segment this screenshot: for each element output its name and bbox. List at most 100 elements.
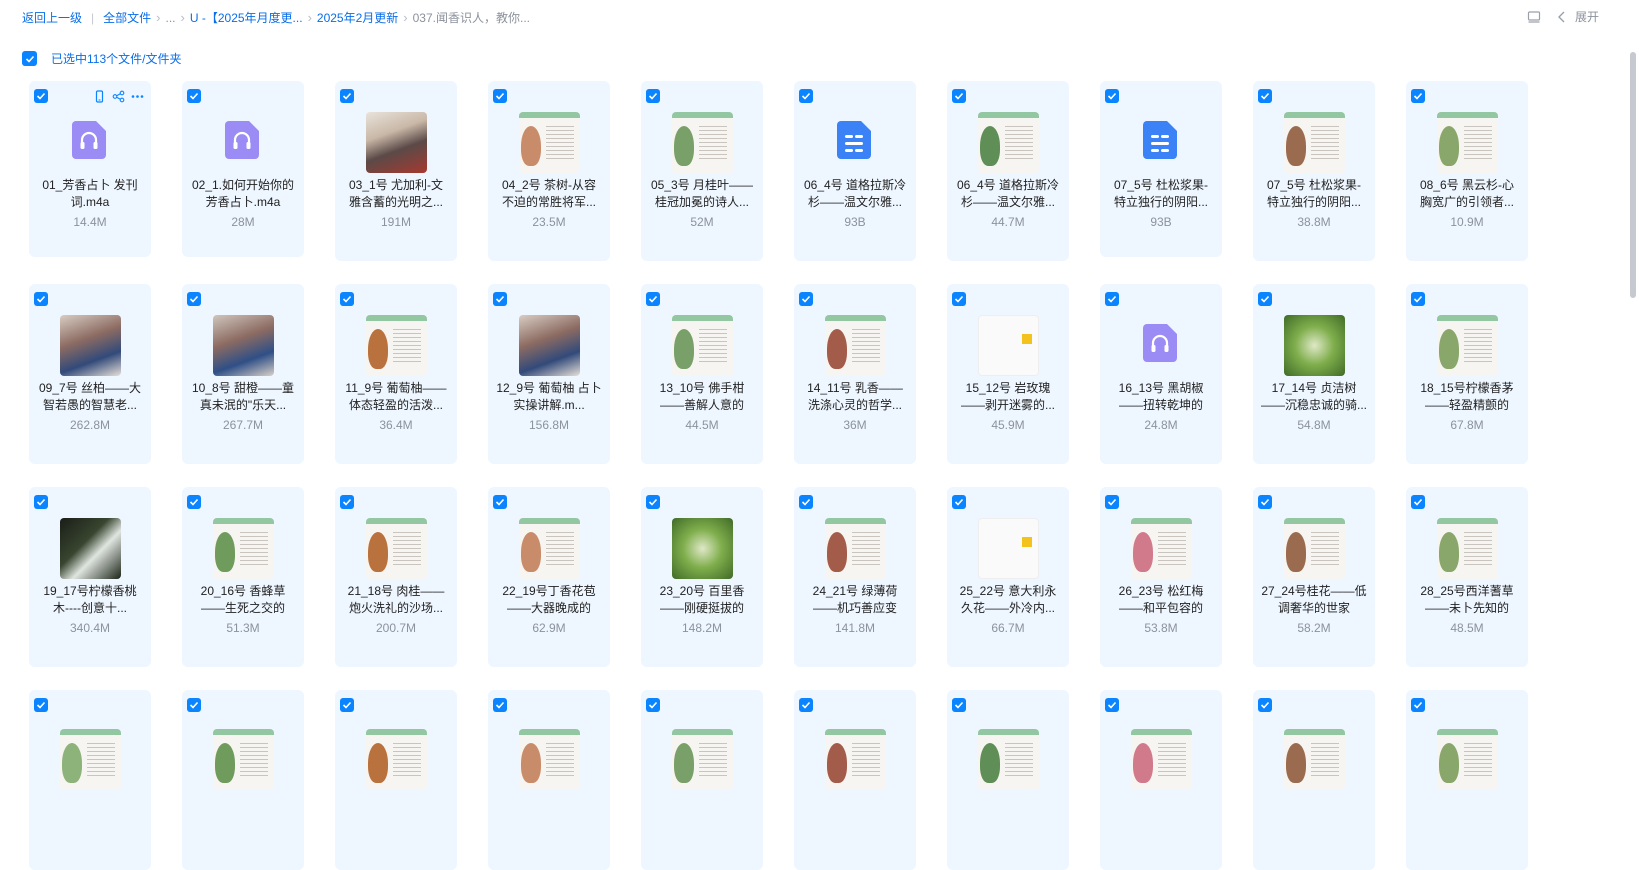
file-card[interactable]: 06_4号 道格拉斯冷杉——温文尔雅... 44.7M xyxy=(947,81,1069,261)
file-checkbox[interactable] xyxy=(187,495,201,509)
file-card[interactable]: 25_22号 意大利永久花——外冷内... 66.7M xyxy=(947,487,1069,667)
file-checkbox[interactable] xyxy=(952,292,966,306)
file-checkbox[interactable] xyxy=(952,495,966,509)
file-name[interactable]: 25_22号 意大利永久花——外冷内... xyxy=(955,583,1061,617)
file-checkbox[interactable] xyxy=(952,89,966,103)
file-card[interactable]: 27_24号桂花——低调奢华的世家 58.2M xyxy=(1253,487,1375,667)
file-checkbox[interactable] xyxy=(1411,292,1425,306)
file-card[interactable]: 12_9号 葡萄柚 占卜实操讲解.m... 156.8M xyxy=(488,284,610,464)
file-checkbox[interactable] xyxy=(1105,89,1119,103)
file-card[interactable]: 02_1.如何开始你的芳香占卜.m4a 28M xyxy=(182,81,304,257)
file-name[interactable]: 01_芳香占卜 发刊词.m4a xyxy=(37,177,143,211)
file-name[interactable]: 20_16号 香蜂草——生死之交的 xyxy=(190,583,296,617)
file-checkbox[interactable] xyxy=(493,292,507,306)
file-card[interactable]: 14_11号 乳香——洗涤心灵的哲学... 36M xyxy=(794,284,916,464)
file-name[interactable]: 27_24号桂花——低调奢华的世家 xyxy=(1261,583,1367,617)
file-name[interactable]: 02_1.如何开始你的芳香占卜.m4a xyxy=(190,177,296,211)
breadcrumb-level1[interactable]: U -【2025年月度更... xyxy=(190,9,303,26)
file-name[interactable]: 07_5号 杜松浆果-特立独行的阴阳... xyxy=(1108,177,1214,211)
file-checkbox[interactable] xyxy=(1258,292,1272,306)
file-card[interactable]: 16_13号 黑胡椒——扭转乾坤的 24.8M xyxy=(1100,284,1222,464)
file-card[interactable] xyxy=(641,690,763,870)
file-card[interactable]: 05_3号 月桂叶——桂冠加冕的诗人... 52M xyxy=(641,81,763,261)
file-card[interactable]: 09_7号 丝柏——大智若愚的智慧老... 262.8M xyxy=(29,284,151,464)
file-checkbox[interactable] xyxy=(799,495,813,509)
file-checkbox[interactable] xyxy=(1258,495,1272,509)
file-card[interactable]: 22_19号丁香花苞——大器晚成的 62.9M xyxy=(488,487,610,667)
file-name[interactable]: 10_8号 甜橙——童真未泯的"乐天... xyxy=(190,380,296,414)
file-card[interactable] xyxy=(1253,690,1375,870)
file-checkbox[interactable] xyxy=(646,292,660,306)
chevron-left-icon[interactable] xyxy=(1557,11,1567,23)
file-card[interactable]: 13_10号 佛手柑——善解人意的 44.5M xyxy=(641,284,763,464)
file-card[interactable]: 17_14号 贞洁树——沉稳忠诚的骑... 54.8M xyxy=(1253,284,1375,464)
more-icon[interactable] xyxy=(131,90,144,103)
file-checkbox[interactable] xyxy=(340,89,354,103)
file-checkbox[interactable] xyxy=(1411,89,1425,103)
file-checkbox[interactable] xyxy=(1258,698,1272,712)
file-card[interactable] xyxy=(488,690,610,870)
file-checkbox[interactable] xyxy=(799,698,813,712)
breadcrumb-all-files[interactable]: 全部文件 xyxy=(103,9,151,26)
file-card[interactable]: 28_25号西洋蓍草——未卜先知的 48.5M xyxy=(1406,487,1528,667)
file-checkbox[interactable] xyxy=(493,698,507,712)
file-name[interactable]: 15_12号 岩玫瑰——剥开迷雾的... xyxy=(955,380,1061,414)
file-name[interactable]: 19_17号柠檬香桃木----创意十... xyxy=(37,583,143,617)
file-card[interactable]: 01_芳香占卜 发刊词.m4a 14.4M xyxy=(29,81,151,257)
file-name[interactable]: 12_9号 葡萄柚 占卜实操讲解.m... xyxy=(496,380,602,414)
file-checkbox[interactable] xyxy=(646,495,660,509)
file-checkbox[interactable] xyxy=(34,89,48,103)
file-checkbox[interactable] xyxy=(340,698,354,712)
file-checkbox[interactable] xyxy=(340,292,354,306)
file-name[interactable]: 06_4号 道格拉斯冷杉——温文尔雅... xyxy=(802,177,908,211)
file-name[interactable]: 13_10号 佛手柑——善解人意的 xyxy=(649,380,755,414)
file-checkbox[interactable] xyxy=(952,698,966,712)
file-card[interactable]: 11_9号 葡萄柚——体态轻盈的活泼... 36.4M xyxy=(335,284,457,464)
file-checkbox[interactable] xyxy=(340,495,354,509)
file-card[interactable]: 07_5号 杜松浆果-特立独行的阴阳... 93B xyxy=(1100,81,1222,257)
share-icon[interactable] xyxy=(112,90,125,103)
file-card[interactable]: 03_1号 尤加利-文雅含蓄的光明之... 191M xyxy=(335,81,457,261)
file-card[interactable]: 21_18号 肉桂——炮火洗礼的沙场... 200.7M xyxy=(335,487,457,667)
file-checkbox[interactable] xyxy=(1411,698,1425,712)
back-link[interactable]: 返回上一级 xyxy=(22,9,82,26)
file-name[interactable]: 21_18号 肉桂——炮火洗礼的沙场... xyxy=(343,583,449,617)
file-checkbox[interactable] xyxy=(646,698,660,712)
file-name[interactable]: 07_5号 杜松浆果-特立独行的阴阳... xyxy=(1261,177,1367,211)
file-checkbox[interactable] xyxy=(646,89,660,103)
file-name[interactable]: 11_9号 葡萄柚——体态轻盈的活泼... xyxy=(343,380,449,414)
expand-button[interactable]: 展开 xyxy=(1575,8,1599,25)
file-name[interactable]: 24_21号 绿薄荷——机巧善应变 xyxy=(802,583,908,617)
file-name[interactable]: 28_25号西洋蓍草——未卜先知的 xyxy=(1414,583,1520,617)
file-name[interactable]: 17_14号 贞洁树——沉稳忠诚的骑... xyxy=(1261,380,1367,414)
file-card[interactable]: 18_15号柠檬香茅——轻盈精颤的 67.8M xyxy=(1406,284,1528,464)
file-card[interactable]: 07_5号 杜松浆果-特立独行的阴阳... 38.8M xyxy=(1253,81,1375,261)
breadcrumb-ellipsis[interactable]: ... xyxy=(166,11,176,25)
file-checkbox[interactable] xyxy=(34,495,48,509)
select-all-checkbox[interactable] xyxy=(22,51,37,66)
file-name[interactable]: 03_1号 尤加利-文雅含蓄的光明之... xyxy=(343,177,449,211)
breadcrumb-level2[interactable]: 2025年2月更新 xyxy=(317,9,398,26)
file-checkbox[interactable] xyxy=(34,698,48,712)
file-name[interactable]: 14_11号 乳香——洗涤心灵的哲学... xyxy=(802,380,908,414)
file-name[interactable]: 18_15号柠檬香茅——轻盈精颤的 xyxy=(1414,380,1520,414)
file-card[interactable] xyxy=(794,690,916,870)
file-checkbox[interactable] xyxy=(799,292,813,306)
file-name[interactable]: 16_13号 黑胡椒——扭转乾坤的 xyxy=(1108,380,1214,414)
file-name[interactable]: 23_20号 百里香——刚硬挺拔的 xyxy=(649,583,755,617)
file-card[interactable] xyxy=(335,690,457,870)
file-card[interactable] xyxy=(182,690,304,870)
layout-icon[interactable] xyxy=(1527,10,1541,24)
scrollbar[interactable] xyxy=(1627,52,1639,298)
phone-icon[interactable] xyxy=(93,90,106,103)
file-checkbox[interactable] xyxy=(1105,495,1119,509)
file-checkbox[interactable] xyxy=(493,89,507,103)
file-card[interactable] xyxy=(947,690,1069,870)
file-card[interactable]: 06_4号 道格拉斯冷杉——温文尔雅... 93B xyxy=(794,81,916,261)
file-checkbox[interactable] xyxy=(1105,292,1119,306)
file-card[interactable]: 08_6号 黑云杉-心胸宽广的引领者... 10.9M xyxy=(1406,81,1528,261)
file-card[interactable]: 10_8号 甜橙——童真未泯的"乐天... 267.7M xyxy=(182,284,304,464)
file-card[interactable]: 15_12号 岩玫瑰——剥开迷雾的... 45.9M xyxy=(947,284,1069,464)
file-name[interactable]: 06_4号 道格拉斯冷杉——温文尔雅... xyxy=(955,177,1061,211)
file-name[interactable]: 05_3号 月桂叶——桂冠加冕的诗人... xyxy=(649,177,755,211)
